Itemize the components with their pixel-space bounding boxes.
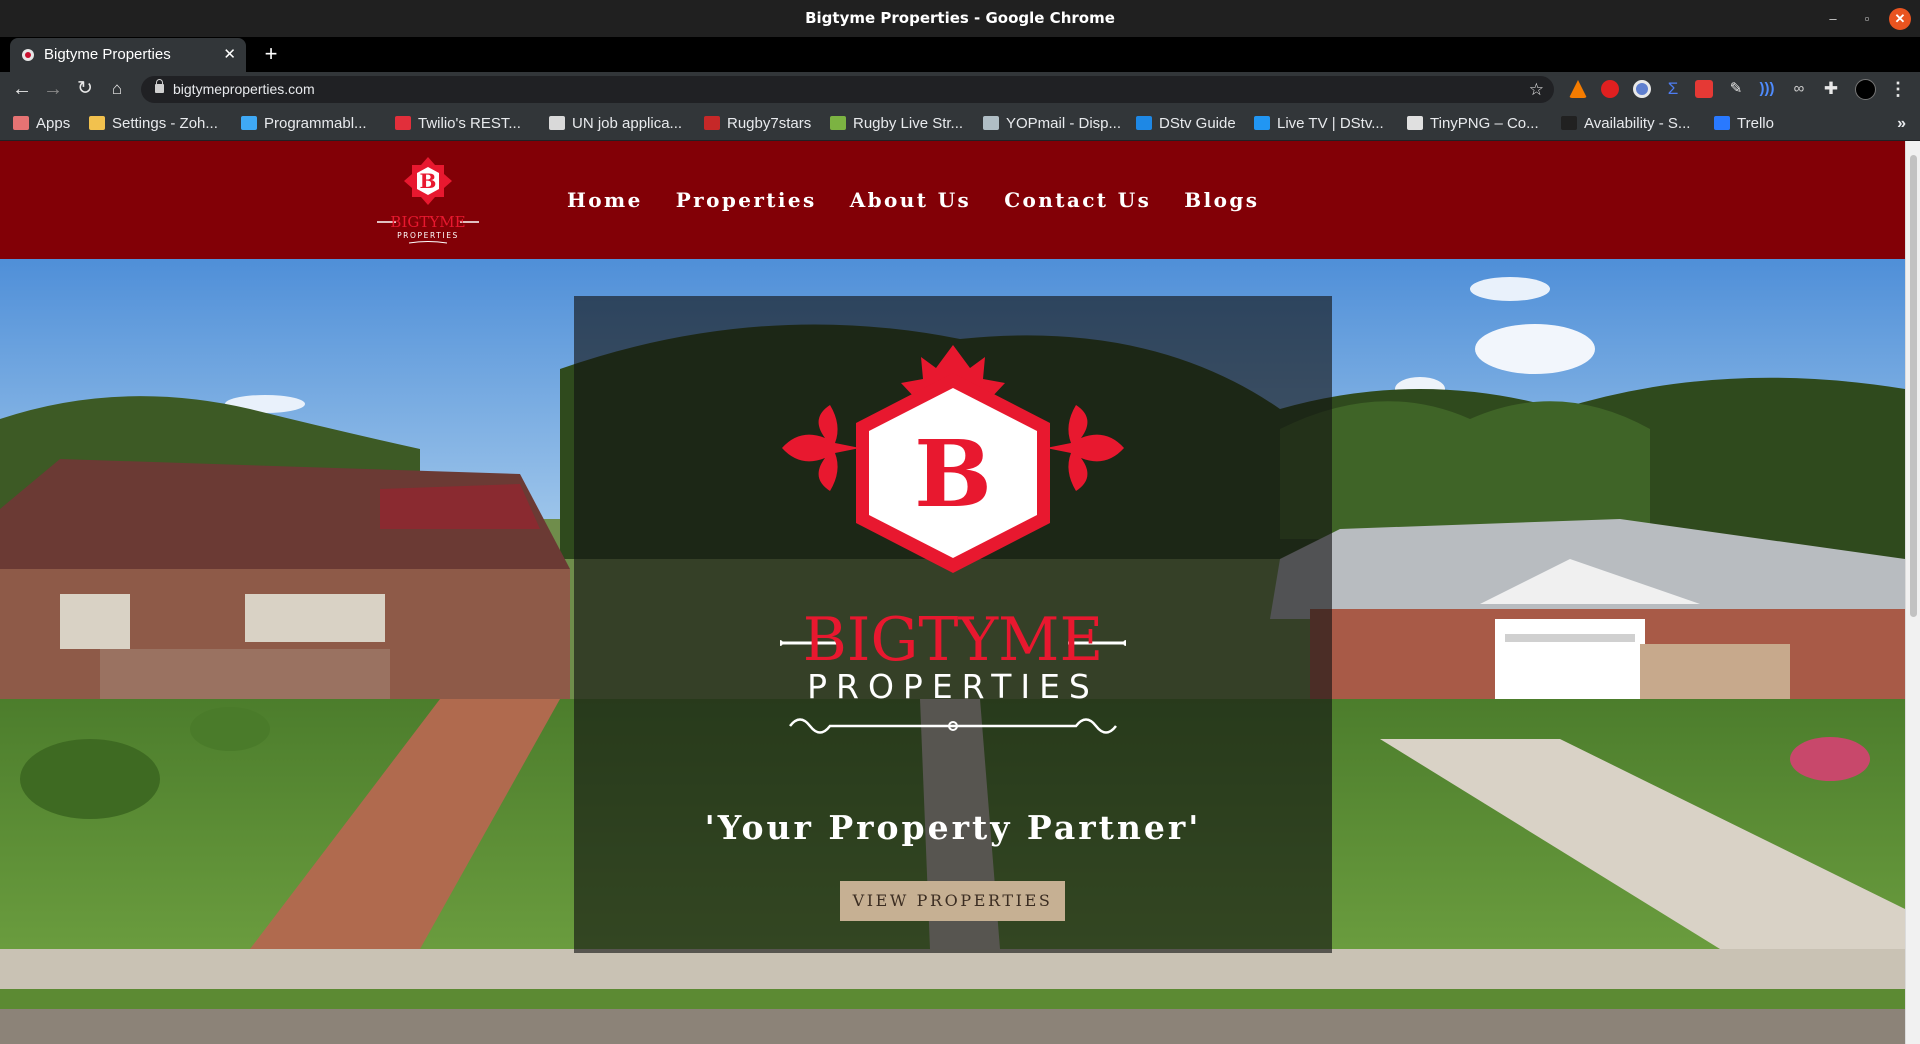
emblem-brand: BIGTYME	[803, 605, 1104, 675]
bookmark-live-tv-dstv[interactable]: Live TV | DStv...	[1254, 106, 1384, 141]
lock-icon[interactable]	[155, 79, 164, 93]
twilio-icon	[395, 116, 411, 130]
window-title-bar: Bigtyme Properties - Google Chrome – ▫ ✕	[0, 0, 1920, 37]
bookmark-label: YOPmail - Disp...	[1006, 115, 1122, 132]
close-window-button[interactable]: ✕	[1889, 8, 1911, 30]
bookmark-label: Programmabl...	[264, 115, 367, 132]
brand-emblem-logo: B BIGTYME PROPERTIES	[780, 345, 1126, 734]
page-viewport: B BIGTYME PROPERTIES Home Properties Abo…	[0, 141, 1905, 1044]
back-button[interactable]: ←	[9, 72, 35, 106]
bookmark-rugby7stars[interactable]: Rugby7stars	[704, 106, 811, 141]
bookmark-label: DStv Guide	[1159, 115, 1236, 132]
chrome-menu-icon[interactable]: ⋮	[1888, 72, 1908, 106]
nav-contact-us[interactable]: Contact Us	[1004, 188, 1151, 212]
bookmark-label: Apps	[36, 115, 71, 132]
maximize-button[interactable]: ▫	[1856, 8, 1878, 30]
rugby-shield-icon	[704, 116, 720, 130]
bookmark-yopmail-disp[interactable]: YOPmail - Disp...	[983, 106, 1121, 141]
header-logo[interactable]: B BIGTYME PROPERTIES	[369, 156, 487, 246]
bookmark-programmabl[interactable]: Programmabl...	[241, 106, 367, 141]
bookmark-dstv-guide[interactable]: DStv Guide	[1136, 106, 1236, 141]
emblem-monogram: B	[914, 420, 992, 528]
bookmark-label: Availability - S...	[1584, 115, 1691, 132]
bookmark-twilio-s-rest[interactable]: Twilio's REST...	[395, 106, 521, 141]
header-logo-brand: BIGTYME	[390, 213, 465, 231]
bookmark-tinypng-co[interactable]: TinyPNG – Co...	[1407, 106, 1539, 141]
bookmark-label: Twilio's REST...	[418, 115, 521, 132]
tab-bigtyme-properties[interactable]: Bigtyme Properties ✕	[10, 38, 246, 72]
reload-button[interactable]: ↻	[72, 72, 98, 106]
bookmark-apps[interactable]: Apps	[13, 106, 70, 141]
panda-icon	[1407, 116, 1423, 130]
forward-button[interactable]: →	[40, 72, 66, 106]
view-properties-button[interactable]: VIEW PROPERTIES	[840, 881, 1065, 921]
adblock-extension-icon[interactable]	[1601, 80, 1619, 98]
nav-home[interactable]: Home	[567, 188, 643, 212]
vlc-extension-icon[interactable]	[1569, 80, 1587, 98]
bookmark-star-icon[interactable]: ☆	[1529, 76, 1544, 103]
tab-close-icon[interactable]: ✕	[223, 38, 236, 72]
slash-icon	[830, 116, 846, 130]
profile-avatar[interactable]	[1855, 79, 1876, 100]
dstv-icon	[1136, 116, 1152, 130]
bookmark-label: UN job applica...	[572, 115, 683, 132]
bookmark-un-job-applica[interactable]: UN job applica...	[549, 106, 682, 141]
new-tab-button[interactable]: +	[260, 37, 282, 71]
nav-blogs[interactable]: Blogs	[1184, 188, 1259, 212]
url-text[interactable]: bigtymeproperties.com	[173, 76, 315, 103]
tab-strip: Bigtyme Properties ✕ +	[0, 37, 1920, 72]
circle-icon	[1561, 116, 1577, 130]
nav-properties[interactable]: Properties	[676, 188, 817, 212]
site-favicon-icon	[22, 49, 34, 61]
bookmark-trello[interactable]: Trello	[1714, 106, 1774, 141]
main-nav: Home Properties About Us Contact Us Blog…	[567, 141, 1292, 259]
emblem-brand-sub: PROPERTIES	[807, 667, 1099, 706]
extensions-puzzle-icon[interactable]: ✚	[1822, 80, 1840, 98]
un-icon	[549, 116, 565, 130]
trello-icon	[1714, 116, 1730, 130]
briefcase-icon	[89, 116, 105, 130]
bookmark-label: Settings - Zoh...	[112, 115, 218, 132]
browser-toolbar: ← → ↻ ⌂ bigtymeproperties.com ☆ Σ ✎ ))) …	[0, 72, 1920, 106]
bookmark-rugby-live-str[interactable]: Rugby Live Str...	[830, 106, 963, 141]
header-logo-monogram: B	[420, 169, 437, 193]
star-burst-icon	[241, 116, 257, 130]
bookmark-label: Rugby7stars	[727, 115, 812, 132]
page-scrollbar[interactable]	[1905, 141, 1920, 1044]
bookmark-label: Trello	[1737, 115, 1774, 132]
apps-grid-icon	[13, 116, 29, 130]
privacy-extension-icon[interactable]	[1633, 80, 1651, 98]
hero-panel: B BIGTYME PROPERTIES 'Your Property Part…	[574, 296, 1332, 953]
bookmark-label: TinyPNG – Co...	[1430, 115, 1539, 132]
sigma-extension-icon[interactable]: Σ	[1664, 80, 1682, 98]
nav-about-us[interactable]: About Us	[850, 188, 972, 212]
address-bar[interactable]: bigtymeproperties.com ☆	[141, 76, 1554, 103]
header-logo-sub: PROPERTIES	[397, 231, 459, 240]
notes-extension-icon[interactable]	[1695, 80, 1713, 98]
hero-section: B BIGTYME PROPERTIES 'Your Property Part…	[0, 259, 1905, 1044]
play-icon	[1254, 116, 1270, 130]
bookmarks-bar: Apps Settings - Zoh... Programmabl... Twili…	[0, 106, 1920, 141]
bookmarks-overflow-icon[interactable]: »	[1897, 106, 1906, 141]
minimize-button[interactable]: –	[1822, 8, 1844, 30]
site-header: B BIGTYME PROPERTIES Home Properties Abo…	[0, 141, 1905, 259]
bookmark-settings-zoh[interactable]: Settings - Zoh...	[89, 106, 218, 141]
scrollbar-thumb[interactable]	[1910, 155, 1917, 617]
dropper-extension-icon[interactable]: ✎	[1727, 80, 1745, 98]
hero-tagline: 'Your Property Partner'	[704, 808, 1202, 847]
glasses-extension-icon[interactable]: ∞	[1790, 80, 1808, 98]
home-button[interactable]: ⌂	[104, 72, 130, 106]
tab-title: Bigtyme Properties	[44, 46, 171, 63]
bookmark-availability-s[interactable]: Availability - S...	[1561, 106, 1690, 141]
audio-extension-icon[interactable]: )))	[1758, 80, 1776, 98]
window-title: Bigtyme Properties - Google Chrome	[805, 9, 1115, 27]
bookmark-label: Live TV | DStv...	[1277, 115, 1384, 132]
bookmark-label: Rugby Live Str...	[853, 115, 964, 132]
yopmail-icon	[983, 116, 999, 130]
